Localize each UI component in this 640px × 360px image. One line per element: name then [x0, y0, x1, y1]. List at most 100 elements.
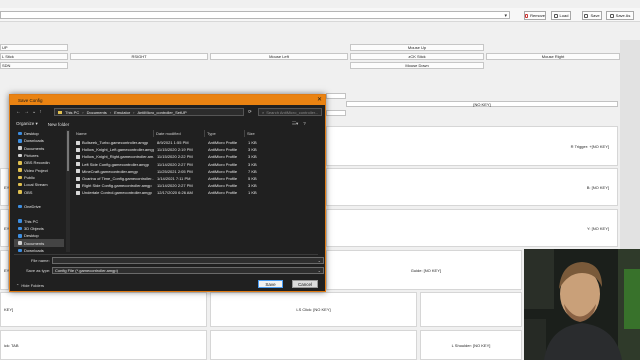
nav-item[interactable]: Pictures [14, 152, 64, 159]
dpad-box[interactable] [326, 93, 346, 99]
file-row[interactable]: Hollow_Knight_Left.gamecontroller.amgp 11… [74, 146, 314, 153]
nav-item-label: OBS Recordin [24, 160, 50, 166]
dpad-box-2[interactable] [326, 110, 346, 116]
binding-rsight[interactable]: RSIGHT [70, 53, 208, 60]
breadcrumb-current[interactable]: AntiMicro_controller_SetUP [138, 110, 187, 115]
binding-y[interactable]: Y: [NO KEY] [326, 209, 618, 247]
tree-scrollbar-thumb[interactable] [67, 131, 69, 171]
breadcrumb-documents[interactable]: Documents [87, 110, 107, 115]
nav-item[interactable]: Video Project [14, 166, 64, 173]
nav-item[interactable]: Desktop [14, 130, 64, 137]
file-row[interactable]: Left Side Config.gamecontroller.amgp 11/1… [74, 161, 314, 168]
binding-mouse-up[interactable]: Mouse Up [350, 44, 484, 51]
save-type-select[interactable]: Config File (*.gamecontroller.amgp) ⌄ [52, 267, 324, 274]
hide-folders-toggle[interactable]: ⌃ Hide Folders [16, 283, 44, 288]
column-size[interactable]: Size [245, 130, 265, 137]
dialog-title: Save Config [18, 97, 43, 103]
nav-item[interactable]: OneDrive [14, 203, 64, 210]
binding-mouse-right[interactable]: Mouse Right [486, 53, 620, 60]
binding-left-3[interactable]: EY] [0, 250, 10, 290]
refresh-icon[interactable]: ⟳ [248, 109, 252, 115]
save-icon [584, 13, 589, 18]
nav-item-label: Downloads [24, 138, 44, 144]
file-row[interactable]: MineCraft.gamecontroller.amgp 11/25/2021 … [74, 168, 314, 175]
binding-ls-click[interactable]: LS Click: [NO KEY] [210, 292, 417, 327]
file-size-cell: 3 KB [248, 154, 257, 160]
file-row[interactable]: Undertale Control.gamecontroller.amgp 12/… [74, 189, 314, 196]
breadcrumb-this-pc[interactable]: This PC [65, 110, 79, 115]
nav-item[interactable]: Downloads [14, 247, 64, 252]
nav-item[interactable]: OBS [14, 188, 64, 195]
nav-item-label: This PC [24, 218, 39, 224]
file-name-input[interactable]: ⌄ [52, 257, 324, 264]
save-as-button[interactable]: Save As [606, 11, 634, 20]
file-row[interactable]: Hollow_Knight_Right.gamecontroller.am...… [74, 153, 314, 160]
profile-combobox[interactable]: ▾ [0, 11, 510, 19]
binding-r-trigger[interactable]: R Trigger: +[NO KEY] [326, 126, 618, 166]
help-icon[interactable]: ? [303, 121, 306, 127]
folder-icon [18, 139, 22, 143]
binding-l-stick[interactable]: L Stick [0, 53, 68, 60]
recent-chevron-icon[interactable]: ⌄ [32, 109, 36, 115]
binding-dpad[interactable]: [NO KEY] [346, 101, 618, 107]
file-row[interactable]: Ocarina of Time_Config.gamecontroller...… [74, 175, 314, 182]
binding-mid-bottom[interactable] [210, 330, 417, 360]
new-folder-button[interactable]: New folder [48, 122, 70, 127]
load-button[interactable]: Load [551, 11, 571, 20]
folder-icon [18, 226, 22, 231]
binding-b[interactable]: B: [NO KEY] [326, 168, 618, 206]
binding-left-2[interactable]: EY] [0, 209, 10, 247]
binding-right-mid[interactable] [420, 292, 522, 327]
binding-mouse-down[interactable]: Mouse Down [350, 62, 484, 69]
binding-mouse-left[interactable]: Mouse Left [210, 53, 348, 60]
back-arrow-icon[interactable]: ← [16, 109, 21, 115]
file-icon [76, 147, 80, 152]
column-date[interactable]: Date modified [154, 130, 205, 137]
cancel-dialog-button[interactable]: Cancel [292, 280, 318, 288]
file-row[interactable]: Right Side Config.gamecontroller.amgp 11/… [74, 182, 314, 189]
nav-item[interactable]: Documents [14, 145, 64, 152]
binding-left-1[interactable]: EY] [0, 168, 10, 206]
search-input[interactable]: ⌕ Search AntiMicro_controller... [258, 108, 322, 116]
column-name[interactable]: Name [74, 130, 154, 137]
view-options-icon[interactable]: ☷▾ [292, 121, 298, 127]
nav-item[interactable]: Documents [14, 239, 64, 247]
file-type-cell: AntiMicro Profile [208, 168, 238, 174]
file-row[interactable]: Bullseek_Turbo.gamecontroller.amgp 8/9/20… [74, 139, 314, 146]
file-name-text: Hollow_Knight_Left.gamecontroller.amgp [82, 147, 154, 153]
nav-item[interactable]: 3D Objects [14, 225, 64, 232]
chevron-down-icon[interactable]: ⌄ [318, 258, 321, 263]
binding-l-shoulder[interactable]: L Shoulder: [NO KEY] [420, 330, 522, 360]
nav-item[interactable]: OBS Recordin [14, 159, 64, 166]
save-dialog-button[interactable]: Save [258, 280, 283, 288]
binding-r-stick[interactable]: zCK Stick [350, 53, 484, 60]
file-name-cell: Hollow_Knight_Left.gamecontroller.amgp [74, 147, 154, 152]
organize-menu[interactable]: Organize ▾ [16, 121, 38, 127]
nav-item-label: Desktop [24, 131, 39, 137]
binding-left-4[interactable]: KEY] [0, 292, 207, 327]
webcam-overlay [524, 249, 640, 360]
search-icon: ⌕ [262, 109, 265, 115]
nav-item[interactable]: Desktop [14, 232, 64, 239]
forward-arrow-icon[interactable]: → [24, 109, 29, 115]
folder-icon [18, 153, 22, 158]
column-type[interactable]: Type [205, 130, 245, 137]
file-size-cell: 5 KB [248, 176, 257, 182]
binding-down[interactable]: SDN [0, 62, 68, 69]
binding-up[interactable]: UP [0, 44, 68, 51]
folder-icon [18, 131, 22, 136]
address-bar[interactable]: This PC › Documents › Emulator › AntiMicro_… [54, 108, 244, 116]
remove-button[interactable]: Remove [524, 11, 546, 20]
binding-left-5[interactable]: ick: TAB [0, 330, 207, 360]
nav-item[interactable]: This PC [14, 218, 64, 225]
nav-item[interactable]: Local Stream [14, 181, 64, 188]
breadcrumb-emulator[interactable]: Emulator [114, 110, 130, 115]
binding-guide[interactable]: Guide: [NO KEY] [326, 250, 522, 290]
up-arrow-icon[interactable]: ↑ [39, 109, 42, 115]
right-scrollbar[interactable] [620, 40, 640, 250]
nav-item [14, 196, 64, 203]
nav-item[interactable]: Public [14, 174, 64, 181]
nav-item[interactable]: Downloads [14, 137, 64, 144]
save-button[interactable]: Save [582, 11, 602, 20]
close-icon[interactable]: ✕ [317, 96, 322, 103]
